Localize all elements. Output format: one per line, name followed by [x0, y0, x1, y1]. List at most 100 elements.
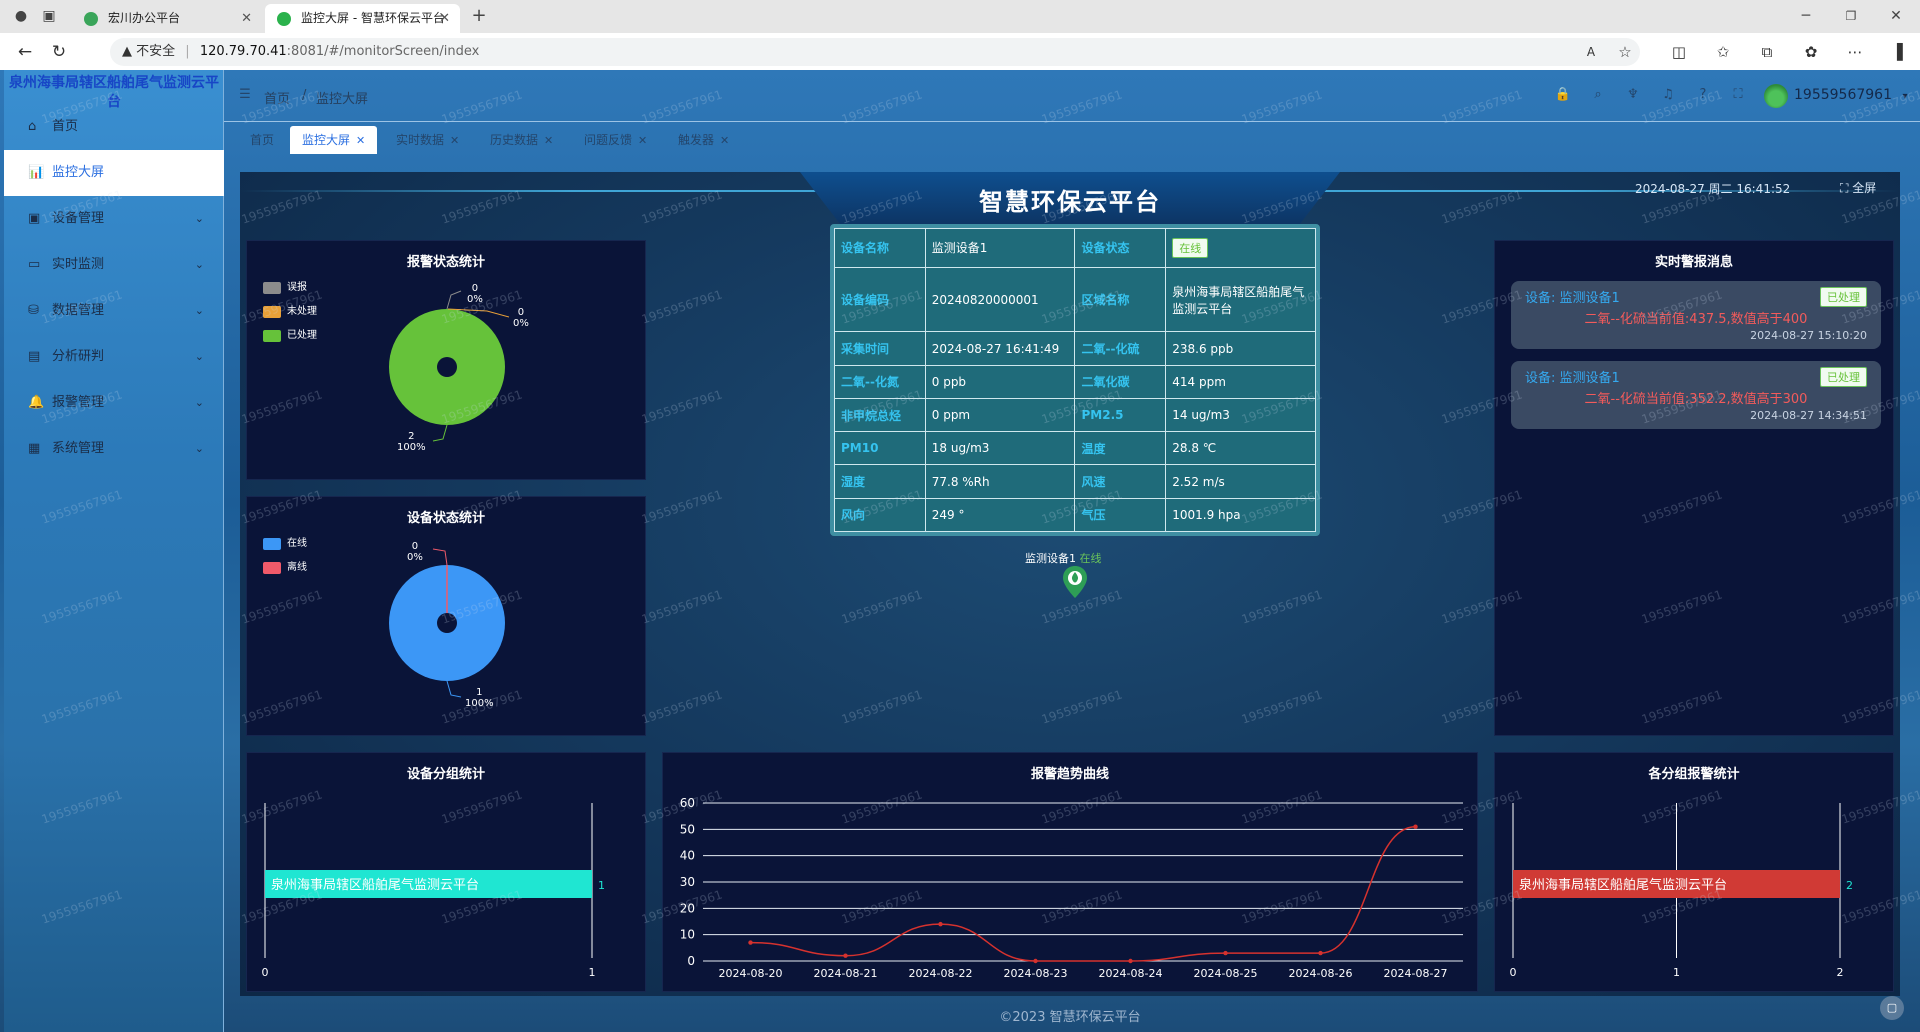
- more-menu-icon[interactable]: ⋯: [1844, 41, 1866, 63]
- alarm-trend-chart: 0 10 20 30 40 50 60 2024-08-20 2024-08-21 2024-08…: [680, 796, 1463, 980]
- lock-icon[interactable]: 🔒: [1554, 86, 1572, 104]
- close-icon[interactable]: ✕: [638, 134, 647, 147]
- user-menu[interactable]: 19559567961 ▾: [1764, 82, 1907, 110]
- y-tick-label: 0: [687, 954, 695, 968]
- device-marker-label[interactable]: 监测设备1 在线: [1025, 550, 1102, 566]
- page-tab[interactable]: 历史数据 ✕: [478, 126, 565, 154]
- browser-tab-bar: ● ▣ 宏川办公平台 ✕ 监控大屏 - 智慧环保云平台 ✕ + ─ ❐ ✕: [0, 0, 1920, 33]
- sidebar-item[interactable]: ▣ 设备管理 ⌄: [4, 196, 224, 242]
- data-point[interactable]: [1128, 958, 1133, 964]
- top-navbar: ☰ 首页 / 监控大屏 🔒 ⌕ ♆ ♫ ? ⛶ 19559567961 ▾: [224, 70, 1920, 122]
- data-point[interactable]: [843, 953, 848, 958]
- favorite-star-icon[interactable]: ☆: [1614, 41, 1636, 63]
- fullscreen-button[interactable]: ⛶ 全屏: [1840, 179, 1876, 196]
- footer: ©2023 智慧环保云平台: [999, 1010, 1141, 1025]
- data-point[interactable]: [1223, 950, 1228, 956]
- page-tab[interactable]: 实时数据 ✕: [384, 126, 471, 154]
- info-key: 非甲烷总烃: [834, 397, 926, 433]
- page-tab[interactable]: 触发器 ✕: [666, 126, 741, 154]
- datetime: 2024-08-27 周二 16:41:52: [1635, 182, 1791, 196]
- location-pin-icon[interactable]: [1062, 565, 1088, 599]
- close-icon[interactable]: ✕: [720, 134, 729, 147]
- pie-label: 0 0%: [467, 283, 483, 305]
- bell-icon[interactable]: ♫: [1659, 86, 1677, 104]
- monitor-screen: 智慧环保云平台 2024-08-27 周二 16:41:52 ⛶ 全屏 报警状态…: [240, 172, 1900, 996]
- favorites-icon[interactable]: ✩: [1712, 41, 1734, 63]
- url-input[interactable]: ▲ 不安全 | 120.79.70.41:8081/#/monitorScree…: [110, 38, 1640, 66]
- data-point[interactable]: [938, 921, 943, 927]
- page-tab-label: 问题反馈: [584, 133, 633, 147]
- close-icon[interactable]: ✕: [450, 134, 459, 147]
- minimize-icon[interactable]: ─: [1795, 6, 1817, 26]
- sidebar-item-label: 实时监测: [52, 257, 105, 272]
- shirt-icon[interactable]: ♆: [1624, 86, 1642, 104]
- site-favicon-icon: [277, 12, 291, 26]
- group-alarm-chart: 0 1 2 泉州海事局辖区船舶尾气监测云平台 2: [1510, 803, 1853, 979]
- close-icon[interactable]: ✕: [544, 134, 553, 147]
- page-tab[interactable]: 首页: [238, 126, 286, 154]
- pie-label-count: 0: [517, 307, 525, 318]
- window-close-icon[interactable]: ✕: [1885, 6, 1907, 26]
- sidebar-item[interactable]: ▦ 系统管理 ⌄: [4, 426, 224, 472]
- page-tab[interactable]: 监控大屏 ✕: [290, 126, 378, 154]
- question-icon[interactable]: ?: [1694, 86, 1712, 104]
- sidebar-item[interactable]: ▭ 实时监测 ⌄: [4, 242, 224, 288]
- reload-icon[interactable]: ↻: [48, 41, 70, 63]
- data-point[interactable]: [1033, 958, 1038, 964]
- hamburger-icon[interactable]: ☰: [236, 86, 254, 104]
- breadcrumb-separator: /: [302, 88, 307, 103]
- read-aloud-icon[interactable]: A: [1580, 41, 1602, 63]
- search-icon[interactable]: ⌕: [1589, 86, 1607, 104]
- sidebar-toggle-icon[interactable]: ▐: [1886, 41, 1908, 63]
- browser-tab-active[interactable]: 监控大屏 - 智慧环保云平台 ✕: [265, 4, 460, 33]
- data-point[interactable]: [1413, 824, 1418, 829]
- sidebar-item[interactable]: ⛁ 数据管理 ⌄: [4, 288, 224, 334]
- chat-icon[interactable]: ▢: [1880, 996, 1904, 1020]
- sidebar-item[interactable]: ▤ 分析研判 ⌄: [4, 334, 224, 380]
- info-key: 采集时间: [834, 331, 926, 366]
- alarm-card[interactable]: 设备: 监测设备1 已处理 二氧--化硫当前值:352.2,数值高于300 2024-…: [1511, 361, 1881, 429]
- info-value: 249 °: [924, 497, 1076, 533]
- pie-label: 1 100%: [465, 687, 494, 709]
- info-value: 20240820000001: [924, 266, 1076, 333]
- data-point[interactable]: [1318, 950, 1323, 956]
- alarm-status-pie: [389, 290, 510, 442]
- info-key: 风向: [834, 497, 926, 533]
- x-tick-label: 2024-08-20: [719, 967, 783, 980]
- split-screen-icon[interactable]: ◫: [1668, 41, 1690, 63]
- status-badge: 已处理: [1820, 367, 1867, 387]
- x-tick-label: 0: [1510, 966, 1517, 979]
- info-value: 在线: [1165, 228, 1316, 268]
- back-icon[interactable]: ←: [14, 41, 36, 63]
- database-icon: ⛁: [28, 303, 39, 318]
- x-tick-label: 2024-08-22: [909, 967, 973, 980]
- page-tab[interactable]: 问题反馈 ✕: [572, 126, 659, 154]
- pie-hole: [437, 613, 457, 633]
- x-tick-label: 2: [1837, 966, 1844, 979]
- info-row: 设备名称 监测设备1 设备状态 在线: [834, 228, 1316, 268]
- profile-icon[interactable]: ●: [10, 6, 32, 26]
- close-tab-icon[interactable]: ✕: [241, 4, 252, 33]
- breadcrumb-home[interactable]: 首页: [264, 88, 290, 107]
- collections-icon[interactable]: ⧉: [1756, 41, 1778, 63]
- sidebar-item[interactable]: 📊 监控大屏: [4, 150, 224, 196]
- fullscreen-icon[interactable]: ⛶: [1729, 86, 1747, 104]
- page-tab-label: 历史数据: [490, 133, 539, 147]
- pie-label: 2 100%: [397, 431, 426, 453]
- alarm-card[interactable]: 设备: 监测设备1 已处理 二氧--化硫当前值:437.5,数值高于400 2024-…: [1511, 281, 1881, 349]
- info-row: 二氧--化氮 0 ppb 二氧化碳 414 ppm: [834, 364, 1316, 399]
- tab-actions-icon[interactable]: ▣: [38, 6, 60, 26]
- browser-tab[interactable]: 宏川办公平台 ✕: [72, 4, 262, 33]
- x-tick-label: 2024-08-24: [1099, 967, 1163, 980]
- x-tick-label: 0: [262, 966, 269, 979]
- info-key: 二氧--化氮: [834, 364, 926, 399]
- extension-icon[interactable]: ✿: [1800, 41, 1822, 63]
- restore-icon[interactable]: ❐: [1840, 6, 1862, 26]
- sidebar-item[interactable]: 🔔 报警管理 ⌄: [4, 380, 224, 426]
- close-tab-icon[interactable]: ✕: [439, 4, 450, 33]
- close-icon[interactable]: ✕: [356, 134, 365, 147]
- alarm-time: 2024-08-27 14:34:51: [1750, 409, 1867, 422]
- sidebar-item[interactable]: ⌂ 首页: [4, 104, 224, 150]
- new-tab-button[interactable]: +: [468, 6, 490, 26]
- data-point[interactable]: [748, 940, 753, 945]
